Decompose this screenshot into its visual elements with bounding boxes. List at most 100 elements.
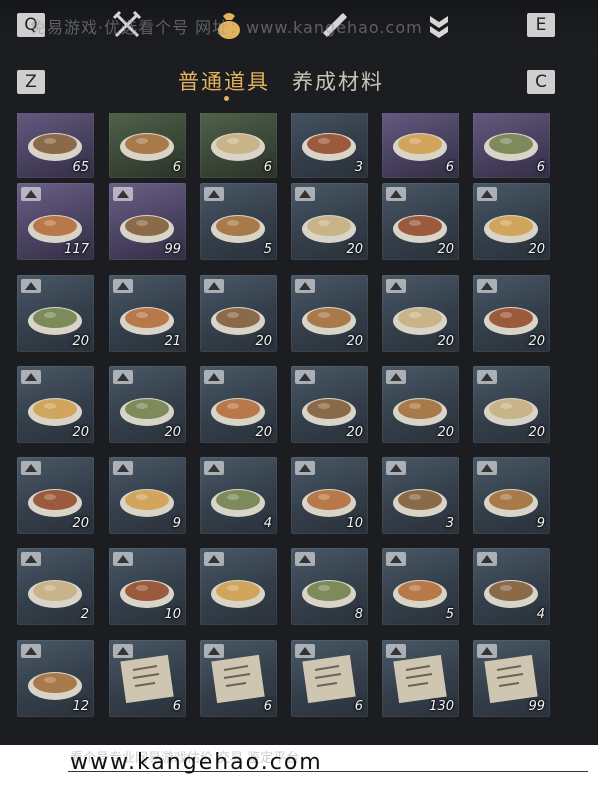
- new-item-badge-icon: [477, 644, 497, 658]
- inventory-slot[interactable]: 20: [291, 183, 368, 260]
- watermark-footer: 看个号专业网易游戏估价 交易 鉴定平台 www.kangehao.com: [0, 745, 598, 795]
- item-quantity: 6: [536, 160, 545, 175]
- inventory-slot[interactable]: 20: [200, 366, 277, 443]
- item-quantity: 20: [437, 242, 454, 257]
- inventory-slot[interactable]: 6: [291, 640, 368, 717]
- inventory-slot[interactable]: 10: [291, 457, 368, 534]
- new-item-badge-icon: [21, 187, 41, 201]
- inventory-slot[interactable]: 20: [291, 275, 368, 352]
- new-item-badge-icon: [113, 187, 133, 201]
- new-item-badge-icon: [204, 552, 224, 566]
- key-c-hint[interactable]: C: [527, 70, 555, 94]
- item-quantity: 20: [346, 425, 363, 440]
- new-item-badge-icon: [295, 187, 315, 201]
- new-item-badge-icon: [113, 370, 133, 384]
- inventory-slot[interactable]: [200, 548, 277, 625]
- new-item-badge-icon: [204, 461, 224, 475]
- item-quantity: 20: [255, 425, 272, 440]
- new-item-badge-icon: [477, 279, 497, 293]
- item-quantity: 6: [172, 699, 181, 714]
- inventory-slot[interactable]: 10: [109, 548, 186, 625]
- key-e-hint[interactable]: E: [527, 13, 555, 37]
- inventory-slot[interactable]: 4: [473, 548, 550, 625]
- footer-url: www.kangehao.com: [70, 750, 323, 775]
- item-quantity: 3: [354, 160, 363, 175]
- inventory-slot[interactable]: 117: [17, 183, 94, 260]
- item-quantity: 12: [72, 699, 89, 714]
- new-item-badge-icon: [204, 644, 224, 658]
- new-item-badge-icon: [386, 552, 406, 566]
- item-quantity: 4: [263, 516, 272, 531]
- inventory-slot[interactable]: 21: [109, 275, 186, 352]
- new-item-badge-icon: [386, 644, 406, 658]
- inventory-slot[interactable]: 4: [200, 457, 277, 534]
- inventory-slot[interactable]: 20: [17, 457, 94, 534]
- tab-materials[interactable]: 养成材料: [292, 66, 384, 96]
- new-item-badge-icon: [21, 461, 41, 475]
- item-quantity: 20: [72, 425, 89, 440]
- inventory-slot[interactable]: 20: [17, 366, 94, 443]
- inventory-slot[interactable]: 99: [473, 640, 550, 717]
- new-item-badge-icon: [477, 461, 497, 475]
- inventory-slot[interactable]: 3: [291, 113, 368, 178]
- inventory-slot[interactable]: 20: [382, 275, 459, 352]
- inventory-slot[interactable]: 2: [17, 548, 94, 625]
- inventory-slot[interactable]: 6: [473, 113, 550, 178]
- inventory-slot[interactable]: 20: [109, 366, 186, 443]
- inventory-slot[interactable]: 6: [382, 113, 459, 178]
- item-quantity: 20: [437, 425, 454, 440]
- tab-common-items[interactable]: 普通道具: [178, 66, 270, 96]
- inventory-slot[interactable]: 6: [109, 113, 186, 178]
- inventory-slot[interactable]: 20: [473, 366, 550, 443]
- item-quantity: 10: [164, 607, 181, 622]
- inventory-slot[interactable]: 5: [382, 548, 459, 625]
- new-item-badge-icon: [295, 370, 315, 384]
- rank-chevron-icon[interactable]: [422, 8, 456, 42]
- item-quantity: 117: [64, 242, 89, 257]
- inventory-slot[interactable]: 20: [473, 183, 550, 260]
- inventory-slot[interactable]: 65: [17, 113, 94, 178]
- item-quantity: 20: [528, 242, 545, 257]
- new-item-badge-icon: [113, 461, 133, 475]
- inventory-slot[interactable]: 99: [109, 183, 186, 260]
- item-quantity: 4: [536, 607, 545, 622]
- inventory-slot[interactable]: 8: [291, 548, 368, 625]
- new-item-badge-icon: [204, 279, 224, 293]
- new-item-badge-icon: [295, 279, 315, 293]
- inventory-slot[interactable]: 20: [200, 275, 277, 352]
- inventory-slot[interactable]: 9: [473, 457, 550, 534]
- inventory-slot[interactable]: 20: [382, 366, 459, 443]
- item-quantity: 3: [445, 516, 454, 531]
- item-quantity: 5: [263, 242, 272, 257]
- item-quantity: 20: [255, 334, 272, 349]
- new-item-badge-icon: [295, 552, 315, 566]
- item-quantity: 20: [72, 334, 89, 349]
- inventory-slot[interactable]: 3: [382, 457, 459, 534]
- inventory-slot[interactable]: 20: [382, 183, 459, 260]
- item-quantity: 2: [80, 607, 89, 622]
- item-quantity: 20: [528, 334, 545, 349]
- inventory-slot[interactable]: 6: [200, 113, 277, 178]
- watermark-text: 免易游戏·优选看个号 网址：www.kangehao.com: [30, 18, 423, 37]
- inventory-slot[interactable]: 12: [17, 640, 94, 717]
- item-quantity: 20: [346, 242, 363, 257]
- item-quantity: 99: [164, 242, 181, 257]
- inventory-slot[interactable]: 6: [109, 640, 186, 717]
- new-item-badge-icon: [204, 370, 224, 384]
- inventory-slot[interactable]: 20: [17, 275, 94, 352]
- inventory-slot[interactable]: 5: [200, 183, 277, 260]
- item-quantity: 20: [164, 425, 181, 440]
- inventory-slot[interactable]: 130: [382, 640, 459, 717]
- inventory-slot[interactable]: 9: [109, 457, 186, 534]
- item-quantity: 20: [437, 334, 454, 349]
- inventory-slot[interactable]: 6: [200, 640, 277, 717]
- item-quantity: 6: [445, 160, 454, 175]
- new-item-badge-icon: [204, 187, 224, 201]
- key-z-hint[interactable]: Z: [17, 70, 45, 94]
- new-item-badge-icon: [113, 552, 133, 566]
- item-quantity: 10: [346, 516, 363, 531]
- item-quantity: 21: [164, 334, 181, 349]
- item-quantity: 6: [263, 699, 272, 714]
- inventory-slot[interactable]: 20: [291, 366, 368, 443]
- inventory-slot[interactable]: 20: [473, 275, 550, 352]
